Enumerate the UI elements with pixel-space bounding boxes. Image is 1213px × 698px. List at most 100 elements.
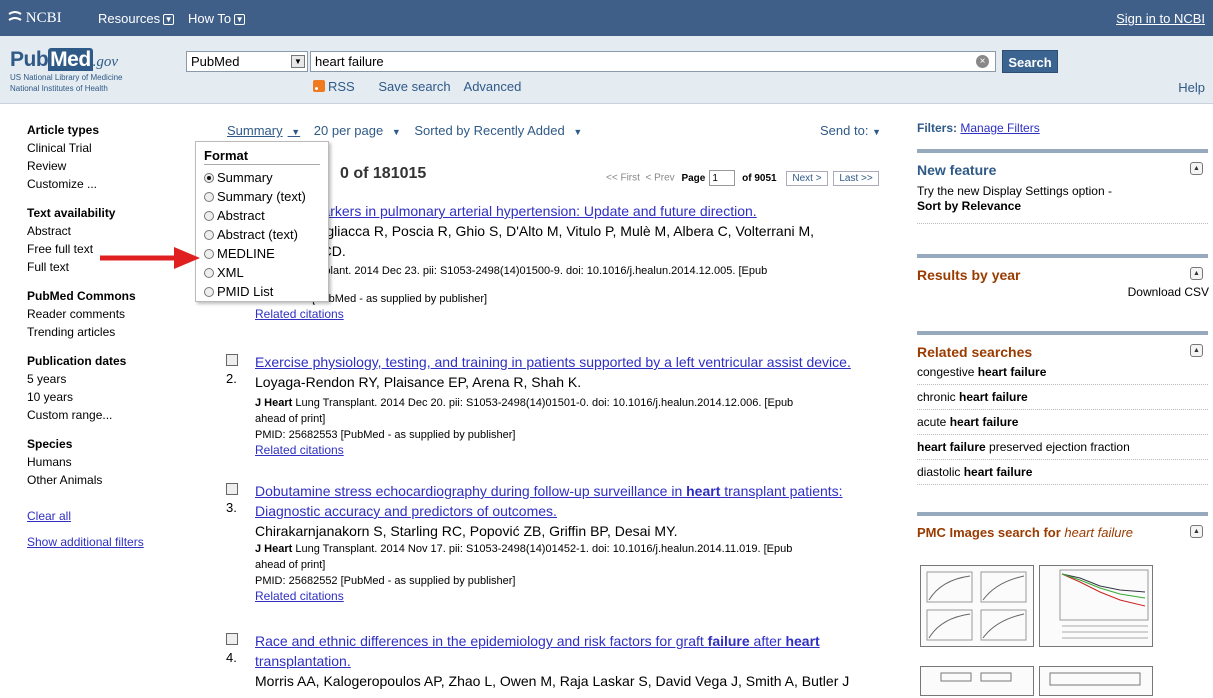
logo-subtitle-1: US National Library of Medicine	[10, 73, 123, 82]
filter-item[interactable]: Clinical Trial	[27, 139, 192, 157]
filter-item[interactable]: 5 years	[27, 370, 192, 388]
option-label: PMID List	[217, 284, 274, 299]
save-search-link[interactable]: Save search	[378, 79, 450, 94]
next-page-button[interactable]: Next >	[786, 170, 828, 186]
howto-menu[interactable]: How To ▼	[188, 11, 246, 26]
download-csv-link[interactable]: Download CSV	[917, 285, 1209, 299]
pmc-thumbnail[interactable]	[1039, 666, 1153, 696]
result-citation-cont: ahead of print]	[255, 559, 326, 571]
manage-filters-link[interactable]: Manage Filters	[960, 121, 1039, 135]
logo-med: Med	[48, 48, 93, 71]
caret-down-icon: ▼	[872, 127, 881, 137]
result-title-cont[interactable]: Diagnostic accuracy and predictors of ou…	[255, 501, 886, 521]
rs-bold: heart failure	[959, 390, 1028, 404]
rs-pre: acute	[917, 415, 950, 429]
resources-menu[interactable]: Resources ▼	[98, 11, 175, 26]
filter-item[interactable]: Trending articles	[27, 323, 192, 341]
pmc-thumbnail[interactable]	[920, 666, 1034, 696]
rss-link[interactable]: RSS	[313, 79, 365, 94]
format-option-pmid-list[interactable]: PMID List	[204, 282, 320, 301]
related-search-item[interactable]: chronic heart failure	[917, 385, 1208, 410]
result-pmid: PMID: 25682553 [PubMed - as supplied by …	[255, 429, 516, 441]
clear-icon[interactable]: ×	[976, 55, 989, 68]
first-page-link[interactable]: << First	[606, 173, 640, 184]
panel-title: New feature ▲	[917, 162, 1208, 178]
radio-icon	[204, 230, 214, 240]
divider	[917, 223, 1208, 224]
thumbnail-image	[1059, 569, 1149, 639]
per-page-dropdown[interactable]: 20 per page ▼	[314, 123, 406, 138]
result-title-cont[interactable]: transplantation.	[255, 651, 886, 671]
filter-item[interactable]: 10 years	[27, 388, 192, 406]
page-number-input[interactable]	[709, 170, 736, 186]
collapse-icon[interactable]: ▲	[1190, 267, 1203, 280]
related-search-item[interactable]: acute heart failure	[917, 410, 1208, 435]
rs-bold: heart failure	[963, 465, 1033, 479]
related-search-item[interactable]: diastolic heart failure	[917, 460, 1208, 485]
format-option-summary-text[interactable]: Summary (text)	[204, 187, 320, 206]
related-citations-link[interactable]: Related citations	[255, 589, 886, 604]
rs-pre: congestive	[917, 365, 978, 379]
caret-down-icon: ▼	[391, 127, 401, 137]
title-highlight: heart	[785, 633, 820, 649]
rs-bold: heart failure	[949, 415, 1019, 429]
new-feature-link[interactable]: Sort by Relevance	[917, 199, 1208, 213]
filter-item[interactable]: Abstract	[27, 222, 192, 240]
filters-header: Filters: Manage Filters	[917, 121, 1209, 135]
filter-heading: Article types	[27, 123, 100, 137]
result-checkbox[interactable]	[226, 483, 238, 495]
format-option-abstract[interactable]: Abstract	[204, 206, 320, 225]
related-search-item[interactable]: congestive heart failure	[917, 360, 1208, 385]
panel-bar	[917, 512, 1208, 516]
filter-heading: Text availability	[27, 206, 116, 220]
related-search-item[interactable]: heart failure preserved ejection fractio…	[917, 435, 1208, 460]
advanced-link[interactable]: Advanced	[464, 79, 522, 94]
database-value: PubMed	[191, 54, 240, 69]
rs-bold: heart failure	[977, 365, 1047, 379]
result-number: 3.	[226, 500, 237, 515]
rs-post: preserved ejection fraction	[985, 440, 1130, 454]
format-option-medline[interactable]: MEDLINE	[204, 244, 320, 263]
related-citations-link[interactable]: Related citations	[255, 307, 886, 322]
database-select[interactable]: PubMed ▼	[186, 51, 308, 72]
result-title[interactable]: Race and ethnic differences in the epide…	[255, 631, 886, 651]
pmc-thumbnail[interactable]	[920, 565, 1034, 647]
radio-icon	[204, 287, 214, 297]
search-input[interactable]: heart failure ×	[310, 51, 996, 72]
show-filters-link[interactable]: Show additional filters	[27, 533, 192, 551]
last-page-button[interactable]: Last >>	[833, 170, 879, 186]
result-title[interactable]: Dobutamine stress echocardiography durin…	[255, 481, 886, 501]
format-dropdown[interactable]: Summary ▼	[227, 123, 305, 138]
thumbnail-image	[940, 672, 1012, 682]
search-button[interactable]: Search	[1002, 50, 1058, 73]
prev-page-link[interactable]: < Prev	[645, 173, 674, 184]
collapse-icon[interactable]: ▲	[1190, 344, 1203, 357]
send-to-dropdown[interactable]: Send to: ▼	[820, 123, 881, 138]
pubmed-logo[interactable]: PubMed .gov US National Library of Medici…	[10, 48, 123, 94]
filter-item[interactable]: Customize ...	[27, 175, 192, 193]
result-checkbox[interactable]	[226, 354, 238, 366]
format-option-summary[interactable]: Summary	[204, 168, 320, 187]
collapse-icon[interactable]: ▲	[1190, 162, 1203, 175]
ncbi-logo[interactable]: NCBI	[8, 10, 62, 27]
filter-item[interactable]: Other Animals	[27, 471, 192, 489]
format-option-abstract-text[interactable]: Abstract (text)	[204, 225, 320, 244]
format-option-xml[interactable]: XML	[204, 263, 320, 282]
pmc-thumbnail[interactable]	[1039, 565, 1153, 647]
result-item: 3. Dobutamine stress echocardiography du…	[226, 481, 886, 604]
result-number: 4.	[226, 650, 237, 665]
filter-item[interactable]: Custom range...	[27, 406, 192, 424]
filter-item[interactable]: Humans	[27, 453, 192, 471]
related-citations-link[interactable]: Related citations	[255, 443, 886, 458]
help-link[interactable]: Help	[1178, 80, 1205, 95]
sort-dropdown[interactable]: Sorted by Recently Added ▼	[414, 123, 587, 138]
filter-item[interactable]: Review	[27, 157, 192, 175]
result-checkbox[interactable]	[226, 633, 238, 645]
option-label: MEDLINE	[217, 246, 275, 261]
result-title[interactable]: omarkers in pulmonary arterial hypertens…	[303, 201, 886, 221]
filter-item[interactable]: Reader comments	[27, 305, 192, 323]
sign-in-link[interactable]: Sign in to NCBI	[1116, 11, 1205, 26]
clear-all-link[interactable]: Clear all	[27, 507, 192, 525]
result-title[interactable]: Exercise physiology, testing, and traini…	[255, 352, 886, 372]
collapse-icon[interactable]: ▲	[1190, 525, 1203, 538]
